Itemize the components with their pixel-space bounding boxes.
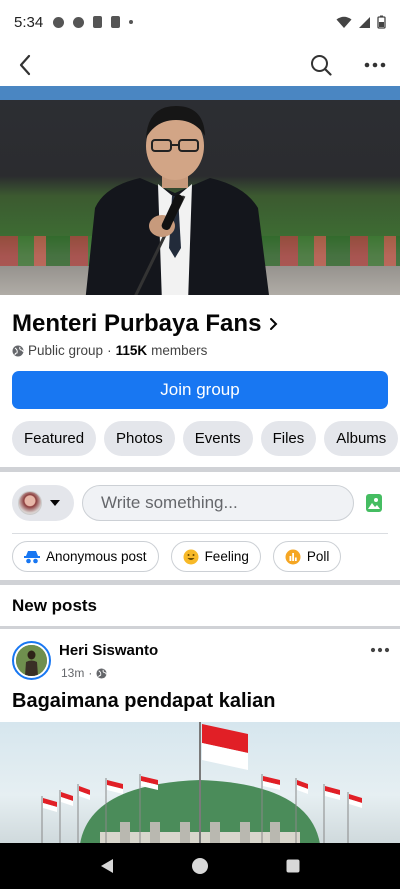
notification-icons xyxy=(53,16,134,28)
back-nav-icon[interactable] xyxy=(92,851,122,881)
more-notifications-icon xyxy=(129,20,134,24)
tab-featured[interactable]: Featured xyxy=(12,421,97,456)
post-author-avatar[interactable] xyxy=(12,641,51,680)
more-options-icon[interactable] xyxy=(362,52,388,78)
cover-person-image xyxy=(85,106,269,295)
parliament-flags-image xyxy=(41,722,362,844)
avatar xyxy=(18,491,42,515)
home-nav-icon[interactable] xyxy=(185,851,215,881)
parking-notification-icon xyxy=(111,16,121,28)
back-icon[interactable] xyxy=(12,52,38,78)
globe-icon xyxy=(12,345,24,356)
globe-icon xyxy=(96,667,107,679)
caret-down-icon xyxy=(50,500,60,506)
tab-albums[interactable]: Albums xyxy=(324,421,399,456)
tab-files[interactable]: Files xyxy=(260,421,317,456)
post-heading: Bagaimana pendapat kalian xyxy=(12,690,276,712)
join-group-button[interactable]: Join group xyxy=(12,371,388,409)
members-count: 115K xyxy=(115,343,148,358)
new-posts-heading: New posts xyxy=(12,596,98,615)
post-composer: Write something... xyxy=(12,484,388,522)
search-icon[interactable] xyxy=(308,52,334,78)
post-time-separator: · xyxy=(88,666,93,680)
group-title[interactable]: Menteri Purbaya Fans xyxy=(12,310,278,338)
members-label: members xyxy=(151,343,208,358)
post-time: 13m xyxy=(61,666,85,680)
system-navigation-bar xyxy=(0,843,400,889)
write-something-input[interactable]: Write something... xyxy=(82,485,354,521)
group-name: Menteri Purbaya Fans xyxy=(12,310,262,337)
feeling-icon xyxy=(183,549,199,564)
poll-label: Poll xyxy=(306,549,330,564)
battery-icon xyxy=(377,15,386,29)
post-image[interactable] xyxy=(0,722,400,844)
anonymous-post-label: Anonymous post xyxy=(46,549,147,564)
group-meta: Public group · 115K members xyxy=(12,343,207,358)
section-divider xyxy=(0,580,400,585)
group-privacy: Public group xyxy=(28,343,104,358)
tab-events[interactable]: Events xyxy=(182,421,253,456)
post-timestamp: 13m · xyxy=(61,666,107,680)
chevron-right-icon xyxy=(270,318,278,330)
recents-nav-icon[interactable] xyxy=(278,851,308,881)
poll-icon xyxy=(285,549,301,564)
status-time: 5:34 xyxy=(14,13,44,31)
tab-photos[interactable]: Photos xyxy=(104,421,175,456)
composer-divider xyxy=(12,533,388,534)
signal-icon xyxy=(359,16,370,28)
sim-notification-icon xyxy=(93,16,103,28)
feeling-label: Feeling xyxy=(204,549,249,564)
feeling-button[interactable]: Feeling xyxy=(170,541,261,572)
post-author-name[interactable]: Heri Siswanto xyxy=(59,642,158,659)
photo-icon[interactable] xyxy=(362,491,386,515)
profile-switcher[interactable] xyxy=(12,485,74,521)
section-divider xyxy=(0,626,400,629)
wifi-icon xyxy=(336,16,352,28)
chat-notification-icon xyxy=(53,16,65,28)
post-options-icon[interactable] xyxy=(370,640,390,658)
messenger-notification-icon xyxy=(73,16,85,28)
meta-separator: · xyxy=(107,343,112,358)
top-navigation xyxy=(0,44,400,86)
post-actions: Anonymous post Feeling Poll xyxy=(12,541,342,572)
anonymous-icon xyxy=(24,550,40,563)
status-bar: 5:34 xyxy=(0,0,400,44)
group-cover-photo[interactable] xyxy=(0,86,400,295)
group-tabs: Featured Photos Events Files Albums xyxy=(12,421,399,456)
anonymous-post-button[interactable]: Anonymous post xyxy=(12,541,159,572)
poll-button[interactable]: Poll xyxy=(272,541,342,572)
section-divider xyxy=(0,467,400,472)
